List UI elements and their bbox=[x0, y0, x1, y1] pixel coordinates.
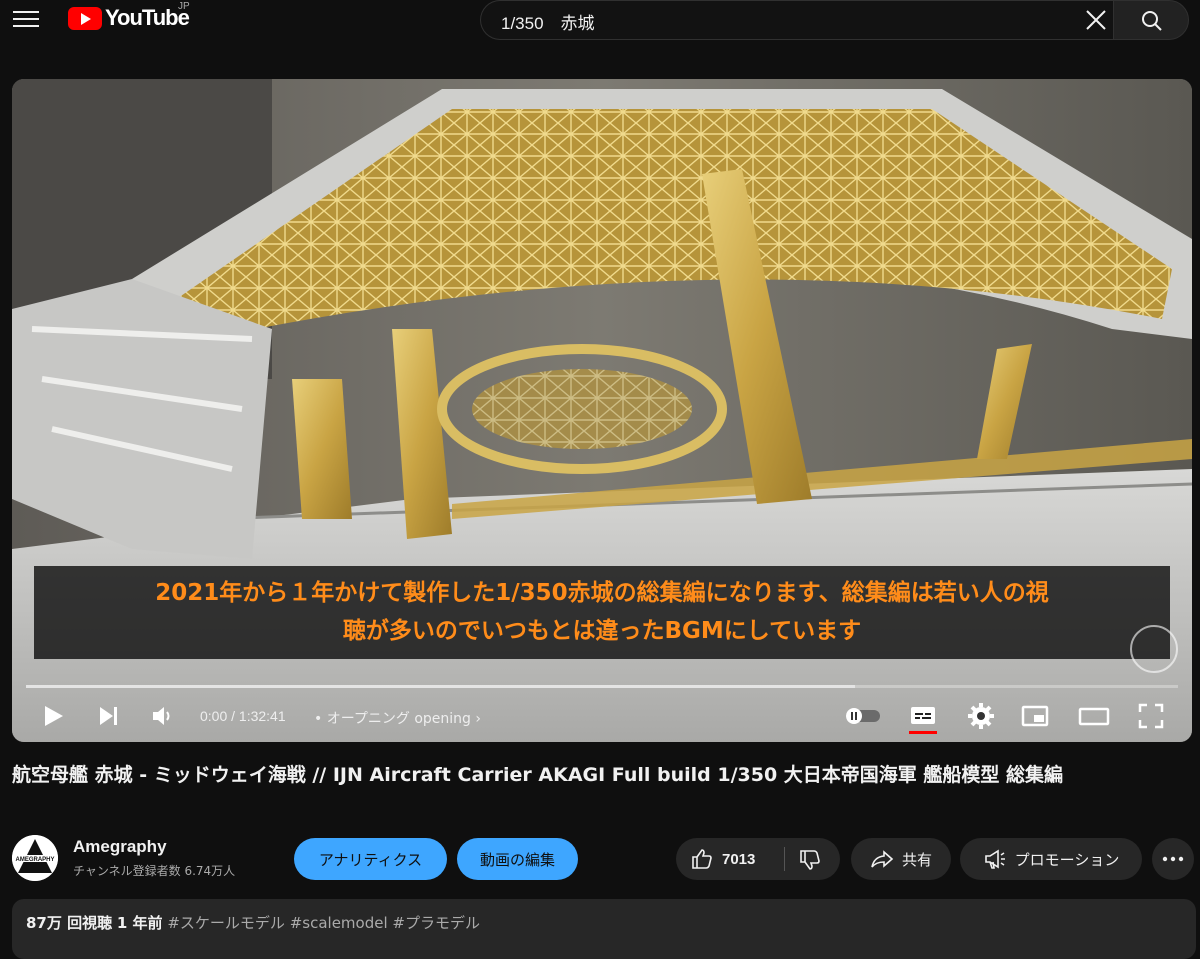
caption-line-1: 2021年から１年かけて製作した1/350赤城の総集編になります、総集編は若い人… bbox=[155, 580, 1049, 606]
description-meta: 87万 回視聴 1 年前 #スケールモデル #scalemodel #プラモデル bbox=[26, 912, 480, 933]
youtube-logo[interactable]: YouTube JP bbox=[68, 1, 190, 31]
hashtag[interactable]: #スケールモデル bbox=[167, 914, 285, 932]
promotion-button[interactable]: プロモーション bbox=[960, 838, 1142, 880]
subscriber-count: チャンネル登録者数 6.74万人 bbox=[73, 864, 236, 878]
time-display: 0:00 / 1:32:41 bbox=[200, 708, 286, 724]
progress-bar[interactable] bbox=[26, 685, 1178, 688]
video-title: 航空母艦 赤城 - ミッドウェイ海戦 // IJN Aircraft Carri… bbox=[12, 764, 1064, 786]
share-button[interactable]: 共有 bbox=[851, 838, 951, 880]
more-actions-button[interactable] bbox=[1152, 838, 1194, 880]
chapter-prefix: • bbox=[314, 711, 323, 727]
chevron-right-icon: › bbox=[475, 711, 481, 727]
avatar-lettering: AMEGRAPHY bbox=[15, 857, 54, 863]
close-icon[interactable] bbox=[1082, 6, 1110, 34]
caption-window: 2021年から１年かけて製作した1/350赤城の総集編になります、総集編は若い人… bbox=[34, 566, 1170, 659]
theater-icon[interactable] bbox=[1078, 701, 1110, 736]
avatar[interactable]: AMEGRAPHY bbox=[12, 835, 58, 881]
description-box[interactable]: 87万 回視聴 1 年前 #スケールモデル #scalemodel #プラモデル bbox=[12, 899, 1196, 959]
like-dislike-group: 7013 bbox=[676, 838, 840, 880]
hamburger-icon[interactable] bbox=[13, 8, 39, 30]
logo-wordmark: YouTube bbox=[105, 5, 190, 30]
autoplay-toggle[interactable] bbox=[844, 707, 882, 730]
time-separator: / bbox=[227, 708, 239, 724]
fullscreen-icon[interactable] bbox=[1136, 701, 1166, 736]
hashtag[interactable]: #scalemodel bbox=[290, 914, 388, 932]
miniplayer-icon[interactable] bbox=[1020, 701, 1050, 736]
megaphone-icon bbox=[984, 849, 1005, 869]
share-label: 共有 bbox=[901, 850, 932, 869]
channel-watermark[interactable] bbox=[1130, 625, 1178, 673]
country-code: JP bbox=[178, 1, 190, 12]
search-button[interactable] bbox=[1113, 0, 1189, 40]
more-horiz-icon bbox=[1162, 856, 1184, 862]
subtitles-icon[interactable] bbox=[908, 701, 938, 740]
analytics-button[interactable]: アナリティクス bbox=[294, 838, 447, 880]
volume-icon[interactable] bbox=[148, 701, 178, 736]
thumbs-down-icon bbox=[800, 850, 820, 870]
thumbs-up-icon bbox=[692, 849, 712, 869]
play-icon[interactable] bbox=[38, 701, 68, 736]
promotion-label: プロモーション bbox=[1014, 850, 1120, 869]
like-divider bbox=[784, 847, 785, 871]
upload-age: 1 年前 bbox=[116, 914, 163, 932]
share-icon bbox=[871, 850, 894, 868]
dislike-button[interactable] bbox=[786, 838, 840, 880]
chapter-title: オープニング opening bbox=[326, 711, 471, 727]
caption-line-2: 聴が多いのでいつもとは違ったBGMにしています bbox=[342, 618, 862, 644]
like-count: 7013 bbox=[722, 850, 756, 868]
view-count: 87万 回視聴 bbox=[26, 914, 113, 932]
youtube-play-logo-icon bbox=[68, 6, 102, 30]
chapter-button[interactable]: • オープニング opening › bbox=[314, 708, 481, 728]
masthead: YouTube JP bbox=[0, 0, 1200, 40]
search-input[interactable] bbox=[499, 5, 1073, 37]
edit-video-button[interactable]: 動画の編集 bbox=[457, 838, 578, 880]
time-current: 0:00 bbox=[200, 708, 228, 724]
progress-buffered bbox=[26, 685, 856, 688]
search-icon bbox=[1142, 11, 1162, 31]
player-controls: 0:00 / 1:32:41 • オープニング opening › bbox=[12, 695, 1192, 739]
video-player[interactable]: 2021年から１年かけて製作した1/350赤城の総集編になります、総集編は若い人… bbox=[12, 79, 1192, 742]
time-duration: 1:32:41 bbox=[238, 708, 286, 724]
search-box bbox=[480, 0, 1114, 40]
like-button[interactable]: 7013 bbox=[676, 838, 784, 880]
hashtag[interactable]: #プラモデル bbox=[392, 914, 480, 932]
skip-next-icon[interactable] bbox=[94, 701, 124, 736]
channel-name[interactable]: Amegraphy bbox=[73, 837, 167, 857]
gear-icon[interactable] bbox=[966, 701, 996, 736]
